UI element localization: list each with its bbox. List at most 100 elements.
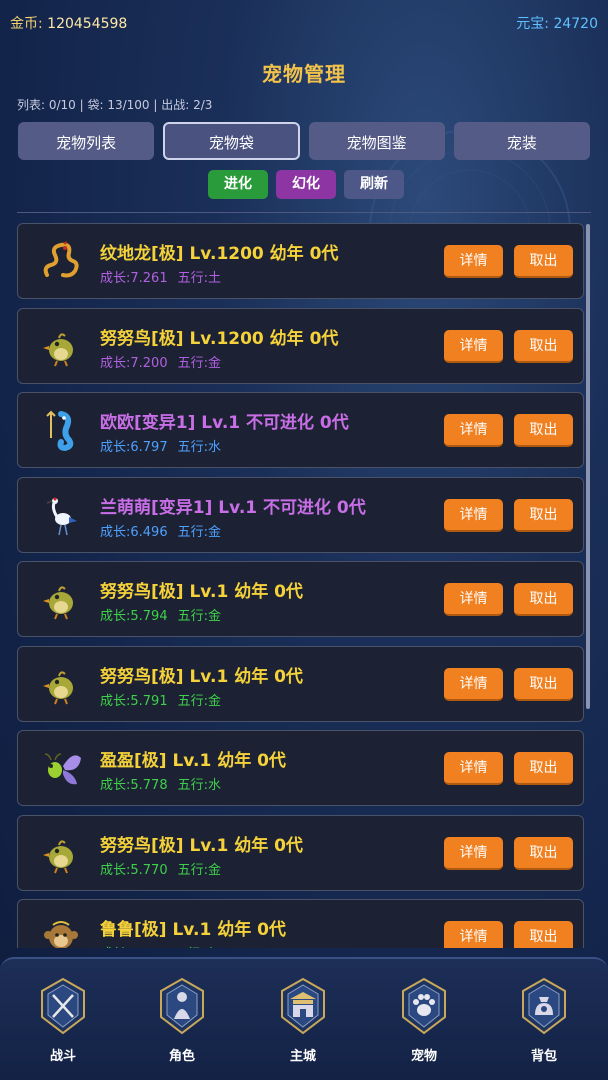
bag-stats: 列表: 0/10 | 袋: 13/100 | 出战: 2/3 (17, 98, 213, 112)
take-out-button[interactable]: 取出 (514, 921, 573, 948)
pet-element: 五行:金 (177, 609, 221, 624)
pet-card[interactable]: 欧欧[变异1] Lv.1 不可进化 0代成长:6.797 五行:水 详情 取出 (17, 392, 584, 468)
yuanbao-label: 元宝: (516, 16, 549, 32)
detail-button[interactable]: 详情 (444, 245, 503, 278)
fuse-button[interactable]: 幻化 (276, 170, 336, 199)
pet-attributes: 成长:5.778 五行:水 (100, 774, 221, 793)
pet-attributes: 成长:6.797 五行:水 (100, 436, 221, 455)
nav-label: 宠物 (410, 1049, 437, 1064)
action-bar: 进化 幻化 刷新 (0, 170, 608, 199)
take-out-button[interactable]: 取出 (514, 752, 573, 785)
nav-battle[interactable]: 战斗 (31, 977, 95, 1064)
pet-card[interactable]: 盈盈[极] Lv.1 幼年 0代成长:5.778 五行:水 详情 取出 (17, 730, 584, 806)
pet-growth: 成长:5.794 (100, 609, 168, 624)
bag-icon (522, 977, 566, 1035)
seahorse-icon (38, 407, 84, 453)
pet-element: 五行:土 (177, 271, 221, 286)
pet-card[interactable]: 纹地龙[极] Lv.1200 幼年 0代 成长:7.261 五行:土 详情 取出 (17, 223, 584, 299)
gold-display: 金币: 120454598 (10, 13, 127, 33)
pet-name: 欧欧[变异1] Lv.1 不可进化 0代 (100, 413, 349, 433)
pet-card[interactable]: 兰萌萌[变异1] Lv.1 不可进化 0代成长:6.496 五行:金 详情 取出 (17, 477, 584, 553)
take-out-button[interactable]: 取出 (514, 499, 573, 532)
detail-button[interactable]: 详情 (444, 499, 503, 532)
tab-pet-bag[interactable]: 宠物袋 (163, 122, 300, 160)
detail-button[interactable]: 详情 (444, 330, 503, 363)
pet-list[interactable]: 纹地龙[极] Lv.1200 幼年 0代 成长:7.261 五行:土 详情 取出 努努鸟[… (17, 223, 584, 948)
pet-attributes: 成长:7.200 五行:金 (100, 352, 221, 371)
paw-icon (402, 977, 446, 1035)
evolve-button[interactable]: 进化 (208, 170, 268, 199)
nav-label: 角色 (168, 1049, 195, 1064)
pet-growth: 成长:7.200 (100, 356, 168, 371)
pet-element: 五行:金 (177, 525, 221, 540)
pet-card[interactable]: 努努鸟[极] Lv.1 幼年 0代 成长:5.794 五行:金 详情 取出 (17, 561, 584, 637)
crane-icon (38, 492, 84, 538)
bird-icon (38, 830, 84, 876)
tab-bar: 宠物列表 宠物袋 宠物图鉴 宠装 (18, 122, 590, 160)
pet-growth: 成长:5.778 (100, 778, 168, 793)
gold-label: 金币: (10, 16, 43, 32)
list-scrollbar[interactable] (586, 224, 590, 709)
detail-button[interactable]: 详情 (444, 583, 503, 616)
pet-element: 五行:金 (177, 863, 221, 878)
monkey-icon (38, 914, 84, 948)
nav-pet[interactable]: 宠物 (392, 977, 456, 1064)
pet-element: 五行:金 (177, 356, 221, 371)
pet-name: 努努鸟[极] Lv.1200 幼年 0代 (100, 329, 339, 349)
page-title: 宠物管理 (262, 62, 346, 86)
nav-bag[interactable]: 背包 (512, 977, 576, 1064)
pet-element: 五行:水 (177, 440, 221, 455)
pet-attributes: 成长:5.770 五行:金 (100, 859, 221, 878)
tab-pet-list[interactable]: 宠物列表 (18, 122, 155, 160)
refresh-button[interactable]: 刷新 (344, 170, 404, 199)
tab-pet-codex[interactable]: 宠物图鉴 (308, 122, 445, 160)
pet-element: 五行:金 (177, 694, 221, 709)
pet-element: 五行:水 (177, 778, 221, 793)
pet-attributes: 成长:5.7__ 五行:土 (100, 943, 217, 948)
bird-icon (38, 576, 84, 622)
nav-label: 背包 (530, 1049, 557, 1064)
take-out-button[interactable]: 取出 (514, 583, 573, 616)
detail-button[interactable]: 详情 (444, 921, 503, 948)
pet-name: 兰萌萌[变异1] Lv.1 不可进化 0代 (100, 498, 366, 518)
pet-attributes: 成长:5.791 五行:金 (100, 690, 221, 709)
pet-name: 纹地龙[极] Lv.1200 幼年 0代 (100, 244, 339, 264)
pet-attributes: 成长:5.794 五行:金 (100, 605, 221, 624)
tab-pet-equipment[interactable]: 宠装 (453, 122, 590, 160)
divider (17, 212, 591, 213)
crossed-swords-icon (41, 977, 85, 1035)
take-out-button[interactable]: 取出 (514, 330, 573, 363)
gold-value: 120454598 (47, 16, 128, 32)
pet-card[interactable]: 努努鸟[极] Lv.1 幼年 0代 成长:5.791 五行:金 详情 取出 (17, 646, 584, 722)
butterfly-icon (38, 745, 84, 791)
nav-city[interactable]: 主城 (271, 977, 335, 1064)
pet-growth: 成长:6.496 (100, 525, 168, 540)
bottom-nav: 战斗 角色 主城 宠物 背包 (0, 957, 608, 1080)
take-out-button[interactable]: 取出 (514, 668, 573, 701)
take-out-button[interactable]: 取出 (514, 837, 573, 870)
pet-card[interactable]: 努努鸟[极] Lv.1 幼年 0代成长:5.770 五行:金 详情 取出 (17, 815, 584, 891)
pet-name: 盈盈[极] Lv.1 幼年 0代 (100, 751, 286, 771)
detail-button[interactable]: 详情 (444, 414, 503, 447)
top-bar: 金币: 120454598 元宝: 24720 (0, 0, 608, 44)
bird-icon (38, 661, 84, 707)
pet-card[interactable]: 努努鸟[极] Lv.1200 幼年 0代成长:7.200 五行:金 详情 取出 (17, 308, 584, 384)
character-icon (160, 977, 204, 1035)
bird-icon (38, 323, 84, 369)
yuanbao-value: 24720 (553, 16, 598, 32)
nav-character[interactable]: 角色 (150, 977, 214, 1064)
pet-name: 鲁鲁[极] Lv.1 幼年 0代 (100, 920, 286, 940)
nav-label: 战斗 (49, 1049, 76, 1064)
detail-button[interactable]: 详情 (444, 752, 503, 785)
yuanbao-display: 元宝: 24720 (516, 13, 598, 33)
detail-button[interactable]: 详情 (444, 668, 503, 701)
pet-card[interactable]: 鲁鲁[极] Lv.1 幼年 0代成长:5.7__ 五行:土 详情取出 (17, 899, 584, 948)
pet-growth: 成长:6.797 (100, 440, 168, 455)
take-out-button[interactable]: 取出 (514, 245, 573, 278)
city-gate-icon (281, 977, 325, 1035)
pet-growth: 成长:5.770 (100, 863, 168, 878)
dragon-icon (38, 238, 84, 284)
detail-button[interactable]: 详情 (444, 837, 503, 870)
pet-name: 努努鸟[极] Lv.1 幼年 0代 (100, 836, 303, 856)
take-out-button[interactable]: 取出 (514, 414, 573, 447)
